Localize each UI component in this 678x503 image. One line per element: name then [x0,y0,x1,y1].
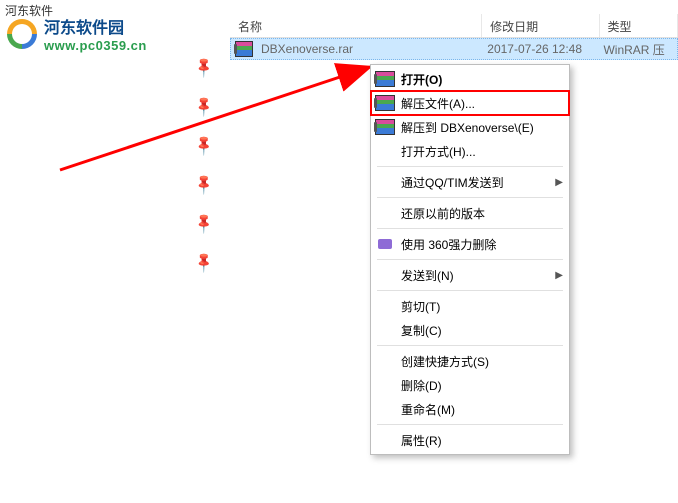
menu-shortcut[interactable]: 创建快捷方式(S) [371,349,569,373]
rar-icon [375,119,395,135]
column-date[interactable]: 修改日期 [482,14,599,37]
watermark-url: www.pc0359.cn [44,38,147,53]
blank-icon [375,377,395,393]
menu-copy[interactable]: 复制(C) [371,318,569,342]
blank-icon [375,174,395,190]
menu-label: 重命名(M) [401,401,563,418]
column-type[interactable]: 类型 [600,14,678,37]
chevron-right-icon: ▶ [555,177,563,188]
menu-restore[interactable]: 还原以前的版本 [371,201,569,225]
menu-separator [377,424,563,425]
pin-icon: 📌 [192,53,218,79]
menu-separator [377,228,563,229]
blank-icon [375,143,395,159]
menu-label: 创建快捷方式(S) [401,353,563,370]
menu-separator [377,197,563,198]
menu-label: 复制(C) [401,322,563,339]
menu-separator [377,345,563,346]
menu-label: 打开方式(H)... [401,143,563,160]
blank-icon [375,205,395,221]
menu-properties[interactable]: 属性(R) [371,428,569,452]
menu-label: 解压文件(A)... [401,95,563,112]
pin-icon: 📌 [192,248,218,274]
menu-separator [377,166,563,167]
column-name[interactable]: 名称 [230,14,482,37]
annotation-arrow [55,55,385,175]
rar-icon [375,71,395,87]
list-header: 名称 修改日期 类型 [230,14,678,38]
menu-force-delete[interactable]: 使用 360强力删除 [371,232,569,256]
menu-label: 解压到 DBXenoverse\(E) [401,119,563,136]
menu-label: 使用 360强力删除 [401,236,563,253]
file-name: DBXenoverse.rar [257,42,483,56]
menu-rename[interactable]: 重命名(M) [371,397,569,421]
menu-extract-to[interactable]: 解压到 DBXenoverse\(E) [371,115,569,139]
blank-icon [375,401,395,417]
chevron-right-icon: ▶ [555,270,563,281]
rar-file-icon [235,41,253,57]
blank-icon [375,322,395,338]
pin-icon: 📌 [192,170,218,196]
menu-label: 属性(R) [401,432,563,449]
menu-label: 剪切(T) [401,298,563,315]
menu-separator [377,259,563,260]
menu-label: 通过QQ/TIM发送到 [401,174,555,191]
menu-label: 还原以前的版本 [401,205,563,222]
menu-separator [377,290,563,291]
pin-icon: 📌 [192,92,218,118]
file-row[interactable]: DBXenoverse.rar 2017-07-26 12:48 WinRAR … [230,38,678,60]
menu-label: 发送到(N) [401,267,555,284]
menu-extract-files[interactable]: 解压文件(A)... [371,91,569,115]
blank-icon [375,298,395,314]
context-menu: 打开(O) 解压文件(A)... 解压到 DBXenoverse\(E) 打开方… [370,64,570,455]
file-type: WinRAR 压 [599,41,677,58]
menu-label: 打开(O) [401,71,563,88]
watermark: 河东软件园 www.pc0359.cn [4,14,147,53]
menu-label: 删除(D) [401,377,563,394]
pin-icon: 📌 [192,209,218,235]
menu-open[interactable]: 打开(O) [371,67,569,91]
blank-icon [375,267,395,283]
menu-open-with[interactable]: 打开方式(H)... [371,139,569,163]
quick-access-pins: 📌 📌 📌 📌 📌 📌 [195,58,215,270]
shredder-icon [375,236,395,252]
menu-send-to[interactable]: 发送到(N) ▶ [371,263,569,287]
rar-icon [375,95,395,111]
watermark-logo-icon [4,16,40,52]
blank-icon [375,432,395,448]
menu-delete[interactable]: 删除(D) [371,373,569,397]
window-title: 河东软件 [0,0,58,18]
blank-icon [375,353,395,369]
menu-send-qq[interactable]: 通过QQ/TIM发送到 ▶ [371,170,569,194]
menu-cut[interactable]: 剪切(T) [371,294,569,318]
file-date: 2017-07-26 12:48 [483,42,599,56]
watermark-title: 河东软件园 [44,14,147,38]
pin-icon: 📌 [192,131,218,157]
